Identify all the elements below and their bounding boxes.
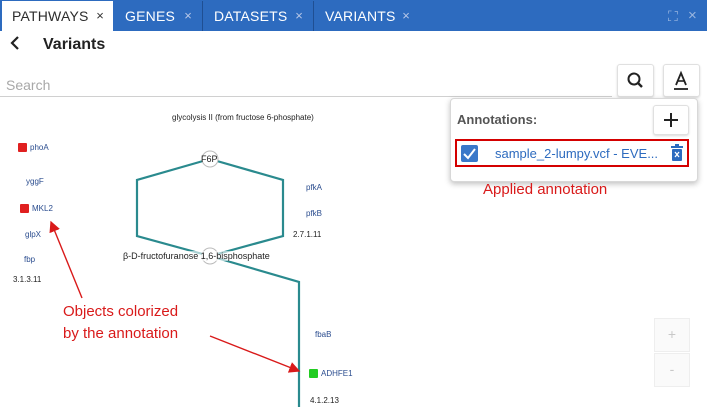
zoom-in-button[interactable]: + bbox=[654, 318, 690, 352]
zoom-out-button[interactable]: - bbox=[654, 353, 690, 387]
note-arrows bbox=[49, 220, 301, 373]
